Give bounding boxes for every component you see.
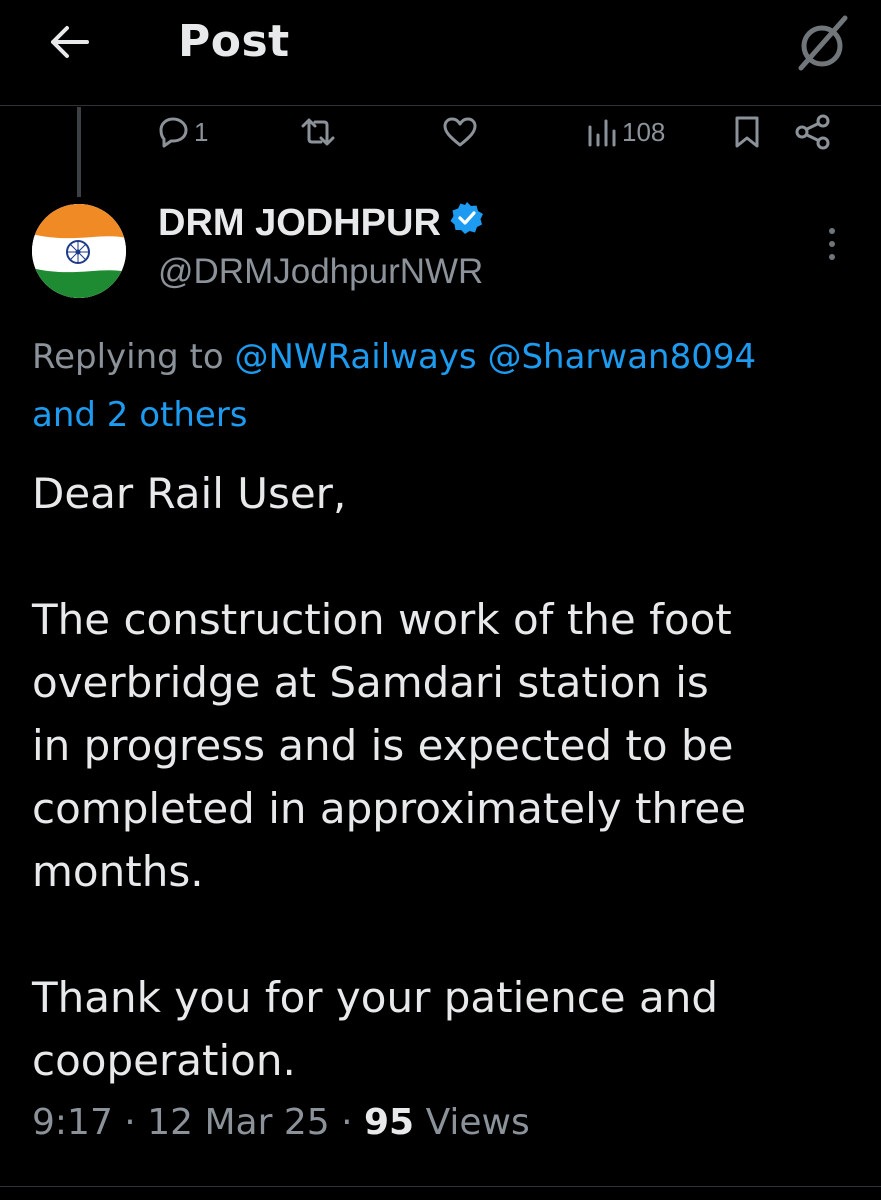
tweet-body: Dear Rail User, The construction work of…: [32, 462, 862, 1092]
post-views-number[interactable]: 95: [364, 1102, 414, 1143]
tweet-line: completed in approximately three: [32, 784, 747, 833]
tweet-line: Thank you for your patience and: [32, 973, 719, 1022]
replying-prefix: Replying to: [32, 337, 224, 377]
reply-icon: [159, 117, 188, 148]
more-dot-icon: [829, 254, 835, 260]
replying-to-line: Replying to @NWRailways @Sharwan8094 and…: [32, 328, 872, 444]
share-button[interactable]: [794, 108, 832, 156]
india-flag-avatar-image: [32, 204, 126, 298]
post-date[interactable]: 12 Mar 25: [147, 1102, 329, 1143]
bookmark-icon: [735, 116, 759, 148]
tweet-line: months.: [32, 847, 204, 896]
meta-separator: ·: [124, 1102, 136, 1143]
mention-others-link[interactable]: and 2 others: [32, 395, 248, 435]
more-dot-icon: [829, 241, 835, 247]
author-display-name[interactable]: DRM JODHPUR: [158, 200, 485, 246]
back-button[interactable]: [44, 20, 94, 64]
avatar[interactable]: [32, 204, 126, 298]
views-button[interactable]: 108: [586, 108, 665, 156]
tweet-line: in progress and is expected to be: [32, 721, 734, 770]
reply-button[interactable]: 1: [156, 108, 208, 156]
reply-count: 1: [194, 116, 209, 147]
grok-button[interactable]: [790, 10, 856, 76]
grok-icon: [798, 15, 848, 71]
views-icon: [588, 119, 616, 147]
mention-nwrailways[interactable]: @NWRailways: [235, 337, 477, 377]
tweet-line: cooperation.: [32, 1036, 296, 1085]
views-count: 108: [622, 116, 666, 147]
page-title: Post: [178, 16, 290, 67]
post-views-label[interactable]: Views: [426, 1102, 530, 1143]
more-dot-icon: [829, 228, 835, 234]
tweet-line: overbridge at Samdari station is: [32, 658, 709, 707]
bookmark-button[interactable]: [732, 108, 762, 156]
repost-button[interactable]: [300, 108, 340, 156]
like-button[interactable]: [442, 108, 482, 156]
author-name-text: DRM JODHPUR: [158, 201, 441, 244]
share-icon: [795, 114, 830, 150]
post-metadata: 9:17 · 12 Mar 25 · 95 Views: [32, 1102, 530, 1143]
meta-separator: ·: [341, 1102, 353, 1143]
divider: [0, 1186, 881, 1187]
parent-post-actions: 1 108: [0, 108, 881, 156]
author-handle[interactable]: @DRMJodhpurNWR: [158, 252, 483, 292]
tweet-line: The construction work of the foot: [32, 595, 732, 644]
post-time[interactable]: 9:17: [32, 1102, 113, 1143]
top-bar: Post: [0, 0, 881, 106]
mention-sharwan8094[interactable]: @Sharwan8094: [487, 337, 756, 377]
tweet-greeting: Dear Rail User,: [32, 469, 347, 518]
like-icon: [443, 117, 477, 147]
verified-badge-icon: [449, 200, 485, 246]
more-options-button[interactable]: [812, 218, 852, 270]
repost-icon: [301, 118, 335, 146]
arrow-left-icon: [51, 26, 89, 58]
